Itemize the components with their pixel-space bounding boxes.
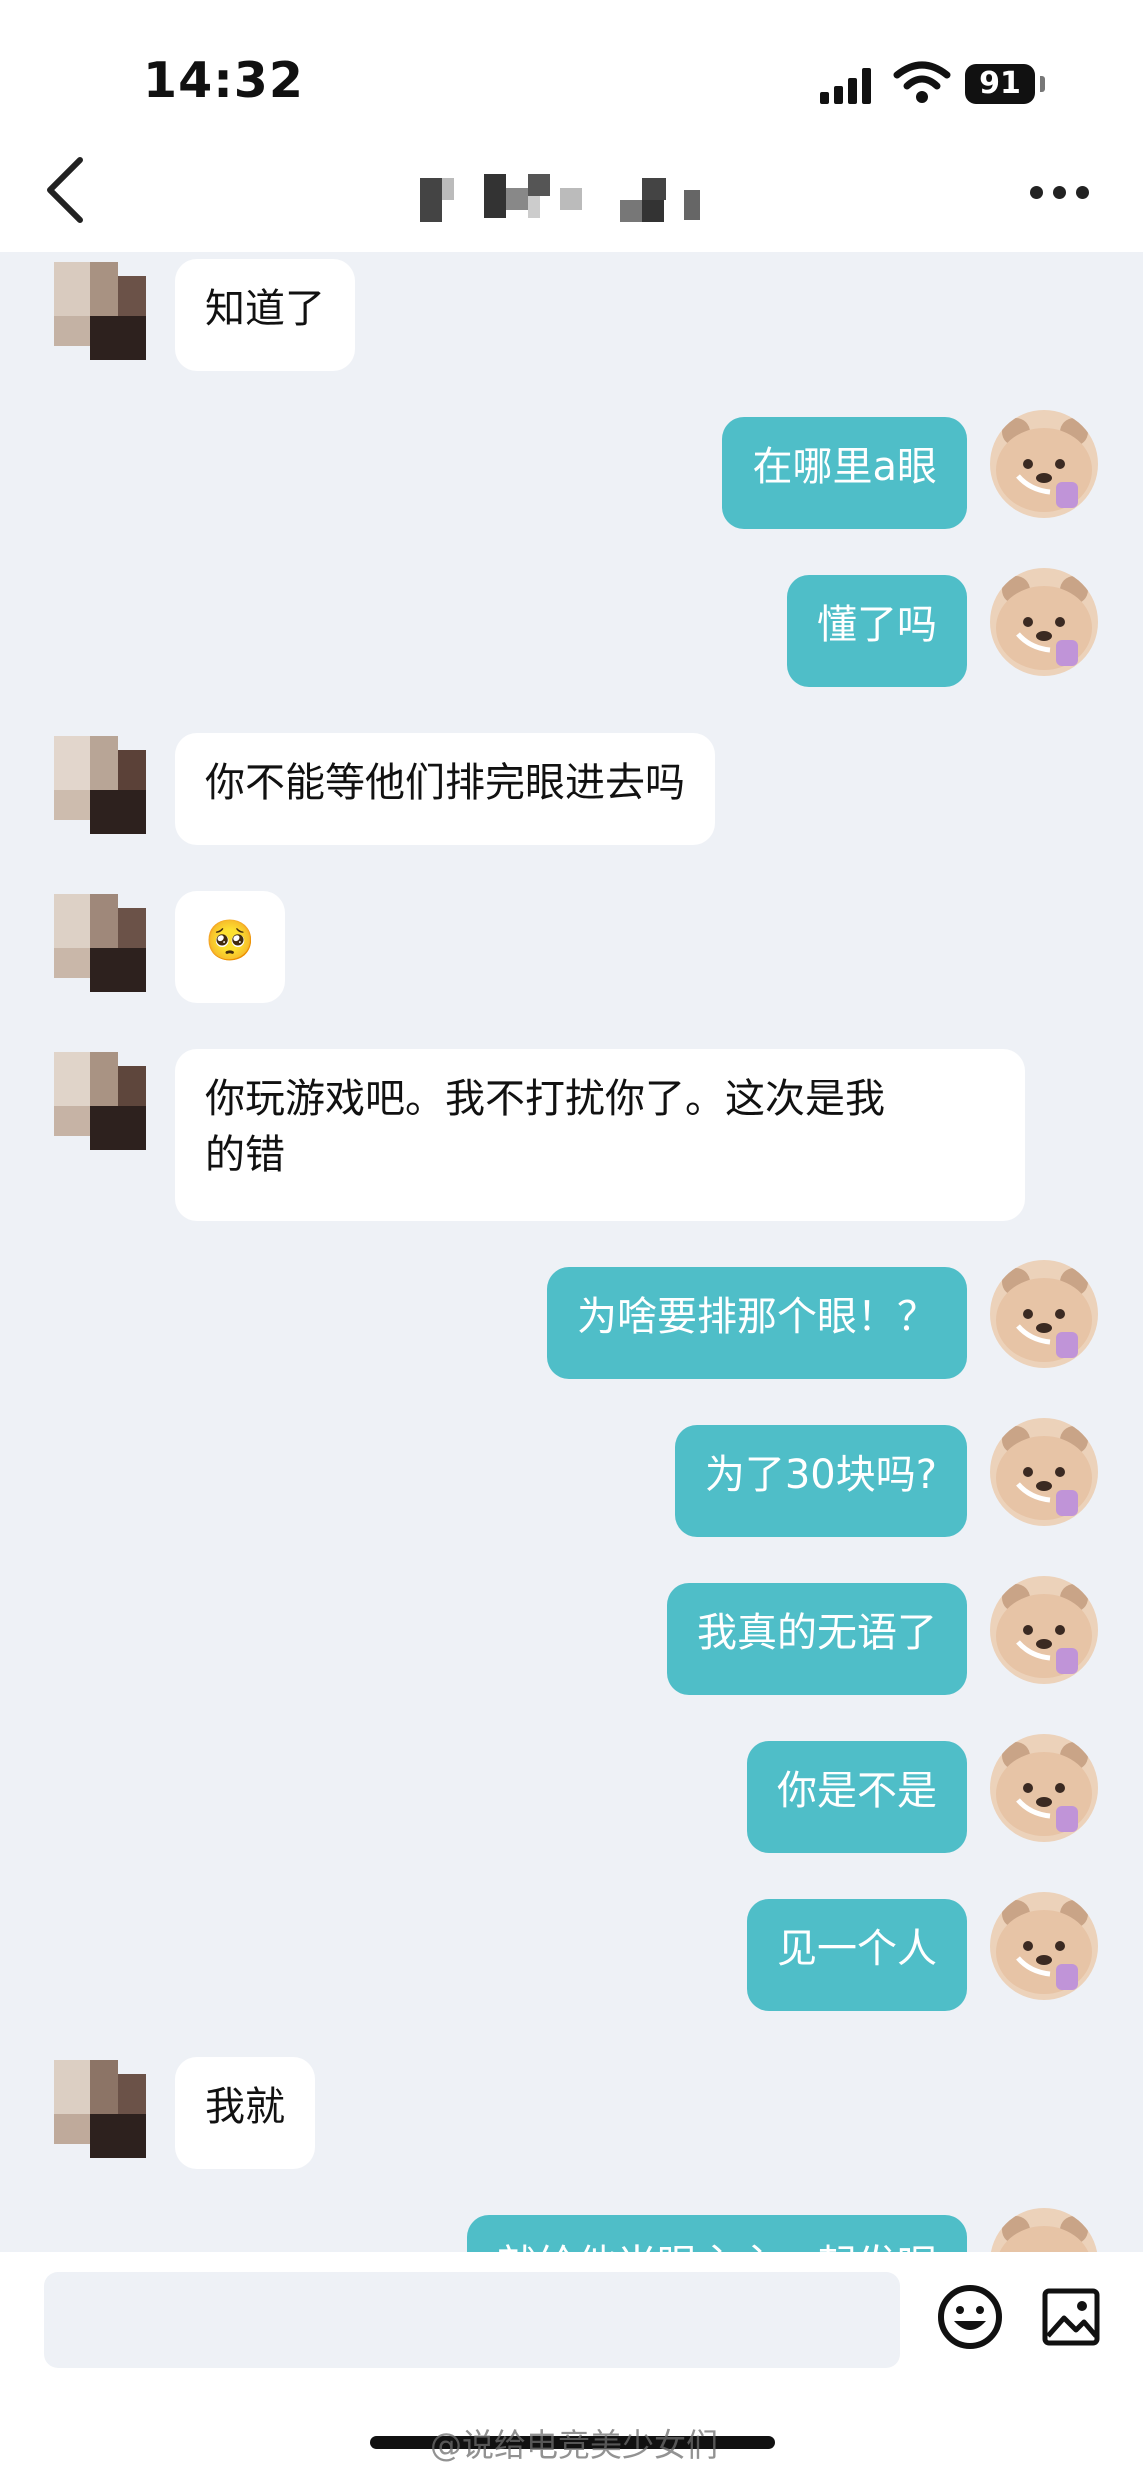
image-icon[interactable] bbox=[1040, 2286, 1102, 2348]
avatar-incoming-pixelated[interactable] bbox=[46, 736, 154, 844]
incoming-message-bubble: 知道了 bbox=[175, 259, 355, 371]
outgoing-message-bubble: 我真的无语了 bbox=[667, 1583, 967, 1695]
wifi-icon bbox=[893, 61, 951, 103]
avatar-bear-icon[interactable] bbox=[990, 1734, 1098, 1842]
outgoing-message-bubble: 就给他当眼主主一起发呢 bbox=[467, 2215, 967, 2252]
avatar-bear-icon[interactable] bbox=[990, 2208, 1098, 2252]
message-input[interactable] bbox=[44, 2272, 900, 2368]
message-list[interactable]: 知道了 在哪里a眼 懂了吗 你不能等他们排完眼进去吗 🥺 你玩游戏吧。我不打扰你… bbox=[0, 252, 1143, 2252]
watermark: @说给电竞美少女们 bbox=[430, 2426, 719, 2464]
avatar-bear-icon[interactable] bbox=[990, 1260, 1098, 1368]
avatar-bear-icon[interactable] bbox=[990, 410, 1098, 518]
outgoing-message-bubble: 懂了吗 bbox=[787, 575, 967, 687]
incoming-message-bubble: 我就 bbox=[175, 2057, 315, 2169]
outgoing-message-bubble: 见一个人 bbox=[747, 1899, 967, 2011]
incoming-message-bubble: 你不能等他们排完眼进去吗 bbox=[175, 733, 715, 845]
avatar-bear-icon[interactable] bbox=[990, 1576, 1098, 1684]
avatar-incoming-pixelated[interactable] bbox=[46, 1052, 154, 1160]
avatar-incoming-pixelated[interactable] bbox=[46, 2060, 154, 2168]
more-options-icon[interactable] bbox=[1030, 186, 1090, 200]
signal-icon bbox=[820, 66, 877, 104]
outgoing-message-bubble: 在哪里a眼 bbox=[722, 417, 967, 529]
avatar-bear-icon[interactable] bbox=[990, 1418, 1098, 1526]
incoming-message-bubble: 你玩游戏吧。我不打扰你了。这次是我 的错 bbox=[175, 1049, 1025, 1221]
smiley-icon[interactable] bbox=[935, 2282, 1005, 2352]
incoming-emoji-bubble: 🥺 bbox=[175, 891, 285, 1003]
battery-indicator: 91 bbox=[965, 64, 1035, 104]
chat-title-pixelated bbox=[420, 170, 740, 230]
outgoing-message-bubble: 为啥要排那个眼！？ bbox=[547, 1267, 967, 1379]
avatar-incoming-pixelated[interactable] bbox=[46, 894, 154, 1002]
battery-cap bbox=[1040, 76, 1045, 92]
top-bar: 14:32 91 bbox=[0, 0, 1143, 252]
chat-title bbox=[420, 170, 421, 171]
back-chevron-icon[interactable] bbox=[40, 150, 90, 230]
avatar-bear-icon[interactable] bbox=[990, 568, 1098, 676]
avatar-incoming-pixelated[interactable] bbox=[46, 262, 154, 370]
status-time: 14:32 bbox=[143, 52, 304, 109]
outgoing-message-bubble: 你是不是 bbox=[747, 1741, 967, 1853]
avatar-bear-icon[interactable] bbox=[990, 1892, 1098, 2000]
outgoing-message-bubble: 为了30块吗? bbox=[674, 1425, 967, 1537]
composer-bar: @说给电竞美少女们 bbox=[0, 2252, 1143, 2477]
